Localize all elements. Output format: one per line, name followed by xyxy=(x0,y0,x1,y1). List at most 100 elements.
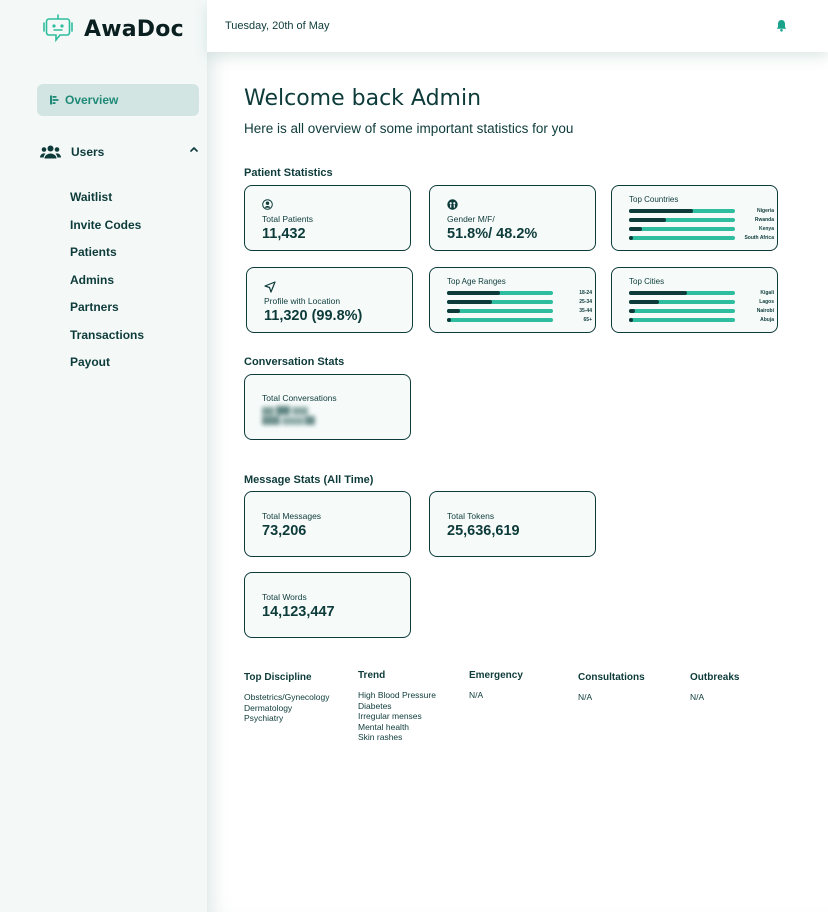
page-title: Welcome back Admin xyxy=(244,86,482,111)
bar-row: South Africa xyxy=(629,234,774,243)
bar-label: South Africa xyxy=(744,235,774,241)
info-heading: Outbreaks xyxy=(690,672,740,683)
bar-label: Kenya xyxy=(758,226,774,232)
card-label: Total Conversations xyxy=(262,393,337,403)
card-value: 11,320 (99.8%) xyxy=(264,308,363,324)
sidebar-item-partners[interactable]: Partners xyxy=(70,297,144,325)
bar-fill xyxy=(629,318,633,322)
sidebar-item-waitlist[interactable]: Waitlist xyxy=(70,187,144,215)
bar-row: Kigali xyxy=(629,289,774,298)
bar-label: Nigeria xyxy=(757,208,774,214)
info-item: Mental health xyxy=(358,721,410,732)
bar-label: Lagos xyxy=(759,299,774,305)
card-top-age-ranges[interactable]: Top Age Ranges 18-24 25-34 35-44 65+ xyxy=(429,267,596,333)
bar-fill xyxy=(629,236,633,240)
bar-fill xyxy=(447,309,460,313)
sidebar-item-label: Users xyxy=(71,145,105,159)
bar-fill xyxy=(447,300,492,304)
bar-fill xyxy=(629,227,642,231)
bar-row: Rwanda xyxy=(629,216,774,225)
bar-label: 25-34 xyxy=(579,299,592,305)
bar-fill xyxy=(447,291,500,295)
card-gender[interactable]: Gender M/F/ 51.8%/ 48.2% xyxy=(429,185,596,251)
info-item: High Blood Pressure xyxy=(358,690,436,700)
current-date: Tuesday, 20th of May xyxy=(225,20,330,32)
robot-chat-icon xyxy=(43,14,73,43)
info-item: Diabetes xyxy=(358,700,392,711)
info-heading: Top Discipline xyxy=(244,672,312,683)
bar-label: Abuja xyxy=(760,317,774,323)
bar-label: 35-44 xyxy=(579,308,592,314)
bar-track xyxy=(447,318,553,322)
info-heading: Consultations xyxy=(578,672,645,683)
info-heading: Emergency xyxy=(469,670,523,681)
info-item: N/A xyxy=(690,692,705,702)
sidebar-item-overview[interactable]: Overview xyxy=(37,84,199,116)
card-value: 51.8%/ 48.2% xyxy=(447,226,538,242)
brand-name: AwaDoc xyxy=(84,16,184,42)
card-total-conversations[interactable]: Total Conversations xyxy=(244,374,411,440)
card-label: Total Messages xyxy=(262,511,322,521)
bar-row: Nigeria xyxy=(629,207,774,216)
sidebar: AwaDoc Overview Users Waitlist Invite Co… xyxy=(0,0,207,912)
bar-label: Rwanda xyxy=(754,217,774,223)
bar-track xyxy=(447,309,553,313)
info-item: N/A xyxy=(578,692,593,702)
card-label: Total Words xyxy=(262,592,307,602)
section-title-message-stats: Message Stats (All Time) xyxy=(244,474,374,486)
sidebar-item-invite-codes[interactable]: Invite Codes xyxy=(70,215,144,243)
location-arrow-icon xyxy=(264,281,276,293)
bell-icon[interactable] xyxy=(776,19,787,32)
sidebar-item-users[interactable]: Users xyxy=(40,141,202,163)
overview-icon xyxy=(50,95,59,105)
info-emergency: Emergency N/A xyxy=(469,670,523,701)
bar-fill xyxy=(629,300,659,304)
info-trend: Trend High Blood Pressure Diabetes Irreg… xyxy=(358,670,436,743)
bar-track xyxy=(629,309,735,313)
bar-row: 18-24 xyxy=(447,289,592,298)
user-circle-icon xyxy=(262,199,273,210)
bar-row: Nairobi xyxy=(629,307,774,316)
card-title: Top Age Ranges xyxy=(447,277,506,286)
gender-icon xyxy=(447,199,458,210)
card-value: 11,432 xyxy=(262,226,306,242)
chevron-up-icon[interactable] xyxy=(190,146,198,152)
card-label: Profile with Location xyxy=(264,296,341,306)
sidebar-item-patients[interactable]: Patients xyxy=(70,242,144,270)
bar-track xyxy=(629,227,735,231)
info-consultations: Consultations N/A xyxy=(578,672,645,703)
card-total-words[interactable]: Total Words 14,123,447 xyxy=(244,572,411,638)
info-item: Irregular menses xyxy=(358,711,422,721)
section-title-conversation-stats: Conversation Stats xyxy=(244,356,345,368)
card-value: 14,123,447 xyxy=(262,604,335,620)
card-profile-location[interactable]: Profile with Location 11,320 (99.8%) xyxy=(246,267,413,333)
bar-fill xyxy=(629,209,693,213)
card-label: Total Patients xyxy=(262,214,314,224)
users-subnav: Waitlist Invite Codes Patients Admins Pa… xyxy=(70,187,144,380)
card-total-messages[interactable]: Total Messages 73,206 xyxy=(244,491,411,557)
card-total-patients[interactable]: Total Patients 11,432 xyxy=(244,185,411,251)
sidebar-item-admins[interactable]: Admins xyxy=(70,270,144,298)
bar-label: 18-24 xyxy=(579,290,592,296)
card-top-countries[interactable]: Top Countries Nigeria Rwanda Kenya South… xyxy=(611,185,778,251)
sidebar-item-transactions[interactable]: Transactions xyxy=(70,325,144,353)
card-value: 73,206 xyxy=(262,523,307,539)
brand[interactable]: AwaDoc xyxy=(42,14,184,44)
bar-track xyxy=(629,236,735,240)
bar-fill xyxy=(629,218,666,222)
bar-row: Lagos xyxy=(629,298,774,307)
card-top-cities[interactable]: Top Cities Kigali Lagos Nairobi Abuja xyxy=(611,267,778,333)
sidebar-item-payout[interactable]: Payout xyxy=(70,352,144,380)
info-item: Dermatology xyxy=(244,702,293,713)
page-subtitle: Here is all overview of some important s… xyxy=(244,121,574,136)
bar-track xyxy=(629,318,735,322)
bar-row: 25-34 xyxy=(447,298,592,307)
users-icon xyxy=(40,145,61,159)
info-outbreaks: Outbreaks N/A xyxy=(690,672,739,703)
top-bar: Tuesday, 20th of May xyxy=(207,0,828,52)
info-item: Obstetrics/Gynecology xyxy=(244,692,330,702)
info-item: Skin rashes xyxy=(358,732,403,742)
card-total-tokens[interactable]: Total Tokens 25,636,619 xyxy=(429,491,596,557)
bar-row: Kenya xyxy=(629,225,774,234)
info-top-discipline: Top Discipline Obstetrics/Gynecology Der… xyxy=(244,672,330,724)
